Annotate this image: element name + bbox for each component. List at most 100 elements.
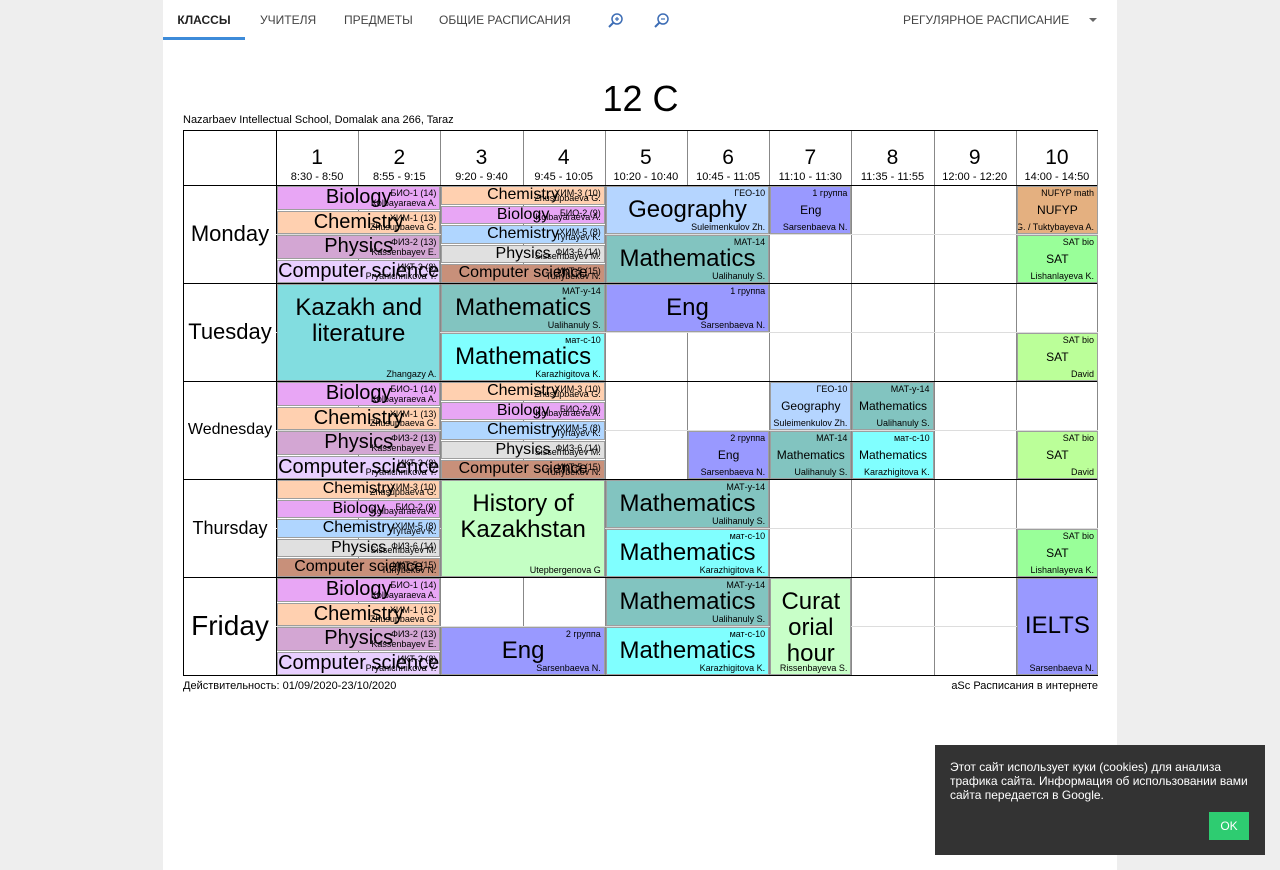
day-label: Monday bbox=[190, 221, 270, 246]
lesson-card[interactable]: NUFYP NUFYP math Akhmediya G. / Tuktybayev… bbox=[1016, 186, 1098, 234]
lesson-card[interactable]: Physics ФИЗ-2 (13) Kassenbayev E. bbox=[277, 627, 441, 651]
lesson-card[interactable]: Biology БИО-1 (14) Kolbayaraeva A. bbox=[277, 578, 441, 602]
tab-classes[interactable]: КЛАССЫ bbox=[163, 0, 245, 40]
lesson-code: ИКТ-3 (8) bbox=[397, 457, 437, 468]
lesson-card[interactable]: IELTS Sarsenbaeva N. bbox=[1016, 578, 1098, 675]
lesson-card[interactable]: SAT SAT bio David bbox=[1016, 333, 1098, 381]
lesson-card[interactable]: Computer science ИКТ-5 (15) Turlybekov N. bbox=[277, 558, 441, 577]
lesson-card[interactable]: Kazakh and literature Zhangazy A. bbox=[277, 284, 441, 381]
lesson-card[interactable]: Mathematics МАТ-у-14 Ualihanuly S. bbox=[605, 480, 770, 528]
lesson-code: ХИМ-1 (13) bbox=[389, 604, 437, 615]
lesson-teacher: Kolbayaraeva A. bbox=[535, 408, 601, 419]
schedule-select-value: РЕГУЛЯРНОЕ РАСПИСАНИЕ bbox=[903, 13, 1070, 27]
lesson-card[interactable]: Computer science ИКТ-3 (8) Pryanichnikova … bbox=[277, 455, 441, 479]
lesson-code: ХИМ-1 (13) bbox=[389, 408, 437, 419]
zoom-out-icon[interactable] bbox=[653, 12, 671, 30]
lesson-card[interactable]: Mathematics МАТ-у-14 Ualihanuly S. bbox=[605, 578, 770, 626]
lesson-card[interactable]: Biology БИО-1 (14) Kolbayaraeva A. bbox=[277, 382, 441, 406]
lesson-card[interactable]: Chemistry ХИМ-5 (8) Tyrtayev K. bbox=[277, 519, 441, 538]
lesson-code: мат-с-10 bbox=[565, 335, 601, 345]
lesson-teacher: Karazhigitova K. bbox=[699, 565, 766, 575]
lesson-card[interactable]: Chemistry ХИМ-3 (10) Zhusupbaeva G. bbox=[441, 382, 605, 401]
lesson-subject: Geography bbox=[781, 398, 841, 413]
lesson-card[interactable]: SAT SAT bio David bbox=[1016, 431, 1098, 479]
lesson-card[interactable]: Curat orial hour Rissenbayeva S. bbox=[770, 578, 852, 675]
period-time: 9:45 - 10:05 bbox=[534, 171, 594, 183]
lesson-card[interactable]: Biology БИО-2 (9) Kolbayaraeva A. bbox=[441, 205, 605, 225]
lesson-teacher: Ualihanuly S. bbox=[712, 271, 766, 281]
lesson-card[interactable]: Mathematics МАТ-14 Ualihanuly S. bbox=[605, 235, 770, 283]
lesson-card[interactable]: Physics ФИЗ-6 (14) Sissembayev M. bbox=[441, 440, 605, 460]
lesson-teacher: David bbox=[1070, 369, 1094, 379]
lesson-card[interactable]: SAT SAT bio Lishanlayeva K. bbox=[1016, 235, 1098, 283]
lesson-card[interactable]: Physics ФИЗ-6 (14) Sissembayev M. bbox=[441, 244, 605, 264]
tab-teachers[interactable]: УЧИТЕЛЯ bbox=[260, 0, 316, 40]
lesson-card[interactable]: Chemistry ХИМ-1 (13) Zhusupbaeva G. bbox=[277, 406, 441, 430]
lesson-card[interactable]: Biology БИО-2 (9) Kolbayaraeva A. bbox=[441, 401, 605, 421]
lesson-card[interactable]: Chemistry ХИМ-1 (13) Zhusupbaeva G. bbox=[277, 602, 441, 626]
lesson-teacher: Sarsenbaeva N. bbox=[700, 320, 766, 330]
period-number: 10 bbox=[1045, 146, 1069, 169]
lesson-card[interactable]: Eng 1 группа Sarsenbaeva N. bbox=[770, 186, 852, 234]
lesson-card[interactable]: Chemistry ХИМ-5 (8) Tyrtayev K. bbox=[441, 421, 605, 440]
lesson-teacher: Sarsenbaeva N. bbox=[536, 663, 601, 673]
lesson-card[interactable]: Eng 2 группа Sarsenbaeva N. bbox=[688, 431, 770, 479]
lesson-code: SAT bio bbox=[1062, 335, 1094, 345]
lesson-subject: SAT bbox=[1046, 349, 1069, 364]
cookie-banner: Этот сайт использует куки (cookies) для … bbox=[935, 745, 1265, 855]
cookie-ok-button[interactable]: OK bbox=[1209, 812, 1249, 840]
lesson-teacher: Zhusupbaeva G. bbox=[534, 192, 601, 203]
lesson-card[interactable]: Computer science ИКТ-3 (8) Pryanichnikova … bbox=[277, 651, 441, 675]
tab-subjects[interactable]: ПРЕДМЕТЫ bbox=[344, 0, 413, 40]
lesson-card[interactable]: Chemistry ХИМ-3 (10) Zhusupbaeva G. bbox=[441, 186, 605, 205]
lesson-card[interactable]: Mathematics МАТ-у-14 Ualihanuly S. bbox=[852, 382, 934, 430]
lesson-card[interactable]: Physics ФИЗ-6 (14) Sissembayev M. bbox=[277, 538, 441, 558]
lesson-card[interactable]: Physics ФИЗ-2 (13) Kassenbayev E. bbox=[277, 431, 441, 455]
lesson-card[interactable]: Chemistry ХИМ-3 (10) Zhusupbaeva G. bbox=[277, 480, 441, 499]
lesson-card[interactable]: SAT SAT bio Lishanlayeva K. bbox=[1016, 529, 1098, 577]
lesson-card[interactable]: Biology БИО-1 (14) Kolbayaraeva A. bbox=[277, 186, 441, 210]
lesson-card[interactable]: Chemistry ХИМ-1 (13) Zhusupbaeva G. bbox=[277, 210, 441, 234]
lesson-card[interactable]: Mathematics мат-с-10 Karazhigitova K. bbox=[441, 333, 605, 381]
lesson-card[interactable]: Mathematics мат-с-10 Karazhigitova K. bbox=[605, 529, 770, 577]
chevron-down-icon bbox=[1089, 18, 1097, 22]
tab-general-schedules[interactable]: ОБЩИЕ РАСПИСАНИЯ bbox=[439, 0, 571, 40]
lesson-card[interactable]: Eng 1 группа Sarsenbaeva N. bbox=[605, 284, 770, 332]
lesson-code: ГЕО-10 bbox=[734, 188, 766, 198]
zoom-in-icon[interactable] bbox=[607, 12, 625, 30]
lesson-subject: Eng bbox=[501, 636, 545, 664]
lesson-code: ФИЗ-2 (13) bbox=[391, 629, 437, 639]
lesson-card[interactable]: Physics ФИЗ-2 (13) Kassenbayev E. bbox=[277, 235, 441, 259]
period-time: 10:45 - 11:05 bbox=[696, 171, 761, 183]
day-label: Wednesday bbox=[187, 421, 273, 438]
schedule-select[interactable]: РЕГУЛЯРНОЕ РАСПИСАНИЕ bbox=[903, 0, 1103, 40]
lesson-teacher: David bbox=[1070, 467, 1094, 477]
lesson-card[interactable]: Chemistry ХИМ-5 (8) Tyrtayev K. bbox=[441, 225, 605, 244]
lesson-card[interactable]: History of Kazakhstan Utepbergenova G bbox=[441, 480, 605, 577]
lesson-card[interactable]: Geography ГЕО-10 Suleimenkulov Zh. bbox=[770, 382, 852, 430]
lesson-card[interactable]: Geography ГЕО-10 Suleimenkulov Zh. bbox=[605, 186, 770, 234]
timetable-grid: 1 8:30 - 8:50 2 8:55 - 9:15 3 9:20 - 9:40 4 9:4… bbox=[183, 130, 1098, 676]
lesson-card[interactable]: Computer science ИКТ-5 (15) Turlybekov N. bbox=[441, 460, 605, 479]
lesson-card[interactable]: Mathematics мат-с-10 Karazhigitova K. bbox=[852, 431, 934, 479]
lesson-teacher: Pryanichnikova Y. bbox=[365, 271, 437, 281]
period-number: 7 bbox=[804, 146, 817, 169]
lesson-card[interactable]: Computer science ИКТ-3 (8) Pryanichnikova … bbox=[277, 259, 441, 283]
lesson-code: МАТ-у-14 bbox=[561, 286, 601, 296]
lesson-teacher: Zhusupbaeva G. bbox=[369, 614, 437, 624]
period-header: 3 9:20 - 9:40 bbox=[440, 131, 522, 185]
lesson-code: БИО-1 (14) bbox=[390, 384, 437, 394]
lesson-code: БИО-1 (14) bbox=[390, 580, 437, 590]
lesson-card[interactable]: Mathematics МАТ-у-14 Ualihanuly S. bbox=[441, 284, 605, 332]
period-time: 9:20 - 9:40 bbox=[455, 171, 508, 183]
lesson-teacher: Karazhigitova K. bbox=[699, 663, 766, 673]
lesson-card[interactable]: Mathematics МАТ-14 Ualihanuly S. bbox=[770, 431, 852, 479]
lesson-card[interactable]: Eng 2 группа Sarsenbaeva N. bbox=[441, 627, 605, 675]
lesson-card[interactable]: Biology БИО-2 (9) Kolbayaraeva A. bbox=[277, 499, 441, 519]
top-navigation: КЛАССЫ УЧИТЕЛЯ ПРЕДМЕТЫ ОБЩИЕ РАСПИСАНИЯ… bbox=[163, 0, 1117, 40]
lesson-card[interactable]: Mathematics мат-с-10 Karazhigitova K. bbox=[605, 627, 770, 675]
lesson-subject: Geography bbox=[628, 195, 747, 223]
lesson-card[interactable]: Computer science ИКТ-5 (15) Turlybekov N. bbox=[441, 264, 605, 283]
day-label: Tuesday bbox=[188, 319, 272, 344]
lesson-subject: Mathematics bbox=[619, 489, 756, 517]
